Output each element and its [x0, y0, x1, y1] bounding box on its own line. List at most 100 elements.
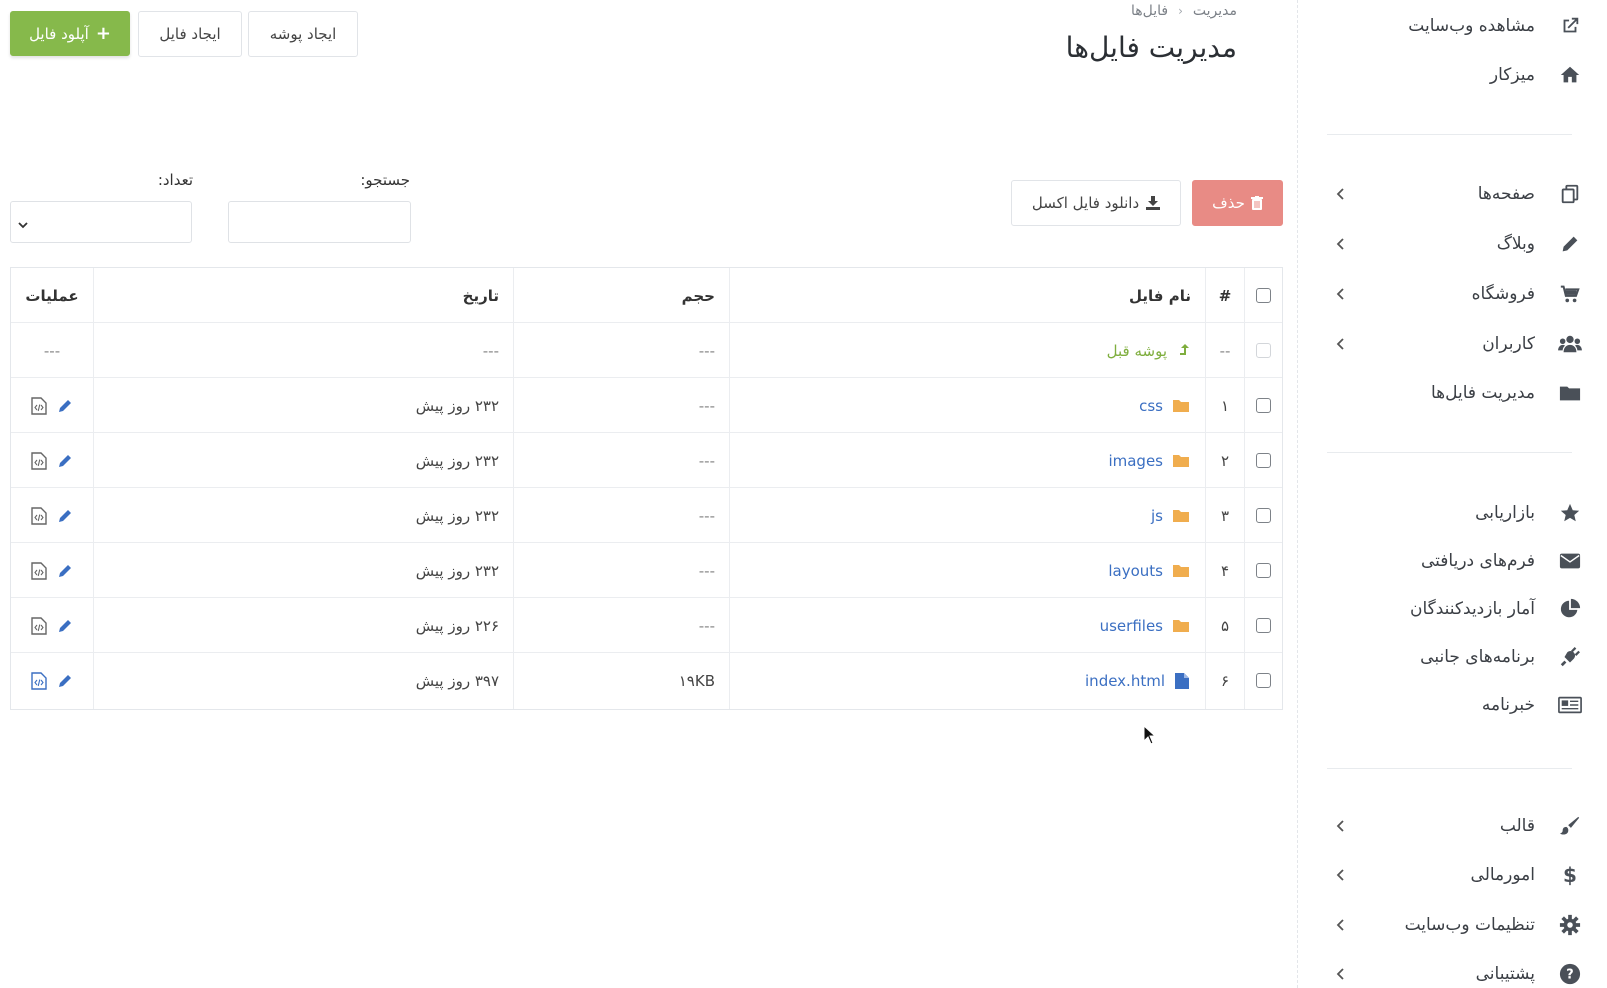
create-folder-button[interactable]: ایجاد پوشه: [248, 11, 358, 57]
sidebar-divider: [1327, 134, 1572, 135]
row-checkbox[interactable]: [1256, 453, 1271, 468]
file-name-label: userfiles: [1099, 616, 1163, 635]
search-input[interactable]: [228, 201, 411, 243]
count-select[interactable]: [10, 201, 192, 243]
edit-pencil-icon[interactable]: [57, 673, 73, 689]
pages-icon: [1557, 181, 1583, 207]
row-checkbox[interactable]: [1256, 673, 1271, 688]
select-all-checkbox[interactable]: [1256, 288, 1271, 303]
sidebar-item-newsletter[interactable]: خبرنامه: [1297, 685, 1607, 725]
edit-pencil-icon[interactable]: [57, 453, 73, 469]
edit-pencil-icon[interactable]: [57, 508, 73, 524]
code-file-icon[interactable]: [31, 506, 47, 525]
download-excel-button[interactable]: دانلود فایل اکسل: [1011, 180, 1181, 226]
parent-folder-link[interactable]: پوشه قبل: [730, 323, 1205, 378]
file-name-label: css: [1139, 396, 1163, 415]
file-name-link[interactable]: js: [730, 488, 1205, 543]
download-excel-label: دانلود فایل اکسل: [1031, 194, 1140, 212]
question-icon: ?: [1557, 961, 1583, 987]
create-file-button[interactable]: ایجاد فایل: [138, 11, 242, 57]
sidebar-item-file-manager[interactable]: مدیریت فایل‌ها: [1297, 373, 1607, 413]
header-file-name[interactable]: نام فایل: [730, 268, 1205, 323]
row-date: ۲۲۶ روز پیش: [415, 616, 499, 635]
header-date[interactable]: تاریخ: [94, 268, 513, 323]
sidebar-item-label: پشتیبانی: [1475, 964, 1535, 984]
sidebar-item-theme[interactable]: قالب: [1297, 806, 1607, 846]
sidebar-item-shop[interactable]: فروشگاه: [1297, 274, 1607, 314]
star-icon: [1557, 500, 1583, 526]
row-date: ۲۳۲ روز پیش: [415, 451, 499, 470]
select-all-cell: [1245, 268, 1282, 323]
files-table: # نام فایل حجم تاریخ عملیات -- پوشه قبل …: [10, 267, 1283, 710]
sidebar-item-label: صفحه‌ها: [1477, 184, 1535, 204]
row-checkbox-cell: [1245, 598, 1282, 653]
row-date: ۳۹۷ روز پیش: [415, 671, 499, 690]
header-num: #: [1218, 286, 1232, 305]
chevron-left-icon: [1332, 965, 1350, 983]
edit-pencil-icon[interactable]: [57, 618, 73, 634]
upload-file-button[interactable]: + آپلود فایل: [10, 11, 130, 56]
row-num: ۴: [1220, 561, 1230, 580]
row-checkbox[interactable]: [1256, 508, 1271, 523]
operations: [31, 561, 73, 580]
sidebar-item-visitor-stats[interactable]: آمار بازدیدکنندگان: [1297, 589, 1607, 629]
sidebar-item-blog[interactable]: وبلاگ: [1297, 224, 1607, 264]
sidebar-item-label: کاربران: [1482, 334, 1535, 354]
code-file-icon[interactable]: [31, 671, 47, 690]
svg-text:?: ?: [1566, 968, 1573, 983]
sidebar-item-finance[interactable]: $ امورمالی: [1297, 855, 1607, 895]
file-name-link[interactable]: images: [730, 433, 1205, 488]
code-file-icon[interactable]: [31, 396, 47, 415]
sidebar-item-marketing[interactable]: بازاریابی: [1297, 493, 1607, 533]
row-size: ---: [698, 341, 715, 360]
file-name-link[interactable]: css: [730, 378, 1205, 433]
row-checkbox-cell: [1245, 488, 1282, 543]
sidebar-item-pages[interactable]: صفحه‌ها: [1297, 174, 1607, 214]
pie-chart-icon: [1557, 596, 1583, 622]
sidebar-item-label: خبرنامه: [1481, 695, 1535, 715]
row-date: ---: [482, 341, 499, 360]
delete-button[interactable]: حذف: [1192, 180, 1283, 226]
table-row: ۵ userfiles --- ۲۲۶ روز پیش: [11, 598, 1282, 653]
table-row: ۱ css --- ۲۳۲ روز پیش: [11, 378, 1282, 433]
header-operations: عملیات: [25, 286, 79, 305]
pencil-icon: [1557, 231, 1583, 257]
sidebar-item-received-forms[interactable]: فرم‌های دریافتی: [1297, 541, 1607, 581]
row-num: ۱: [1220, 396, 1230, 415]
row-checkbox[interactable]: [1256, 618, 1271, 633]
header-size[interactable]: حجم: [514, 268, 729, 323]
file-name-link[interactable]: index.html: [730, 653, 1205, 708]
sidebar-item-dashboard[interactable]: میزکار: [1297, 55, 1607, 95]
code-file-icon[interactable]: [31, 616, 47, 635]
code-file-icon[interactable]: [31, 451, 47, 470]
sidebar-item-label: مشاهده وب‌سایت: [1408, 16, 1535, 36]
sidebar-item-label: آمار بازدیدکنندگان: [1409, 599, 1535, 619]
parent-folder-label: پوشه قبل: [1106, 341, 1167, 360]
sidebar-item-plugins[interactable]: برنامه‌های جانبی: [1297, 637, 1607, 677]
upload-file-label: آپلود فایل: [29, 24, 89, 43]
envelope-icon: [1557, 548, 1583, 574]
row-size: ---: [698, 616, 715, 635]
sidebar-item-view-website[interactable]: مشاهده وب‌سایت: [1297, 6, 1607, 46]
file-name-link[interactable]: layouts: [730, 543, 1205, 598]
edit-pencil-icon[interactable]: [57, 398, 73, 414]
sidebar-item-users[interactable]: کاربران: [1297, 324, 1607, 364]
breadcrumb-item-admin[interactable]: مدیریت: [1193, 3, 1237, 19]
row-checkbox-cell: [1245, 653, 1282, 708]
sidebar-item-label: بازاریابی: [1475, 503, 1535, 523]
row-checkbox[interactable]: [1256, 398, 1271, 413]
table-row: ۴ layouts --- ۲۳۲ روز پیش: [11, 543, 1282, 598]
sidebar-item-support[interactable]: ? پشتیبانی: [1297, 954, 1607, 988]
mouse-cursor-icon: [1143, 724, 1157, 749]
file-name-label: js: [1151, 506, 1163, 525]
sidebar-item-website-settings[interactable]: تنظیمات وب‌سایت: [1297, 905, 1607, 945]
code-file-icon[interactable]: [31, 561, 47, 580]
paintbrush-icon: [1557, 813, 1583, 839]
row-ops: [11, 598, 93, 653]
row-checkbox[interactable]: [1256, 563, 1271, 578]
file-name-link[interactable]: userfiles: [730, 598, 1205, 653]
home-icon: [1557, 62, 1583, 88]
operations: [31, 616, 73, 635]
edit-pencil-icon[interactable]: [57, 563, 73, 579]
sidebar-item-label: امورمالی: [1470, 865, 1535, 885]
